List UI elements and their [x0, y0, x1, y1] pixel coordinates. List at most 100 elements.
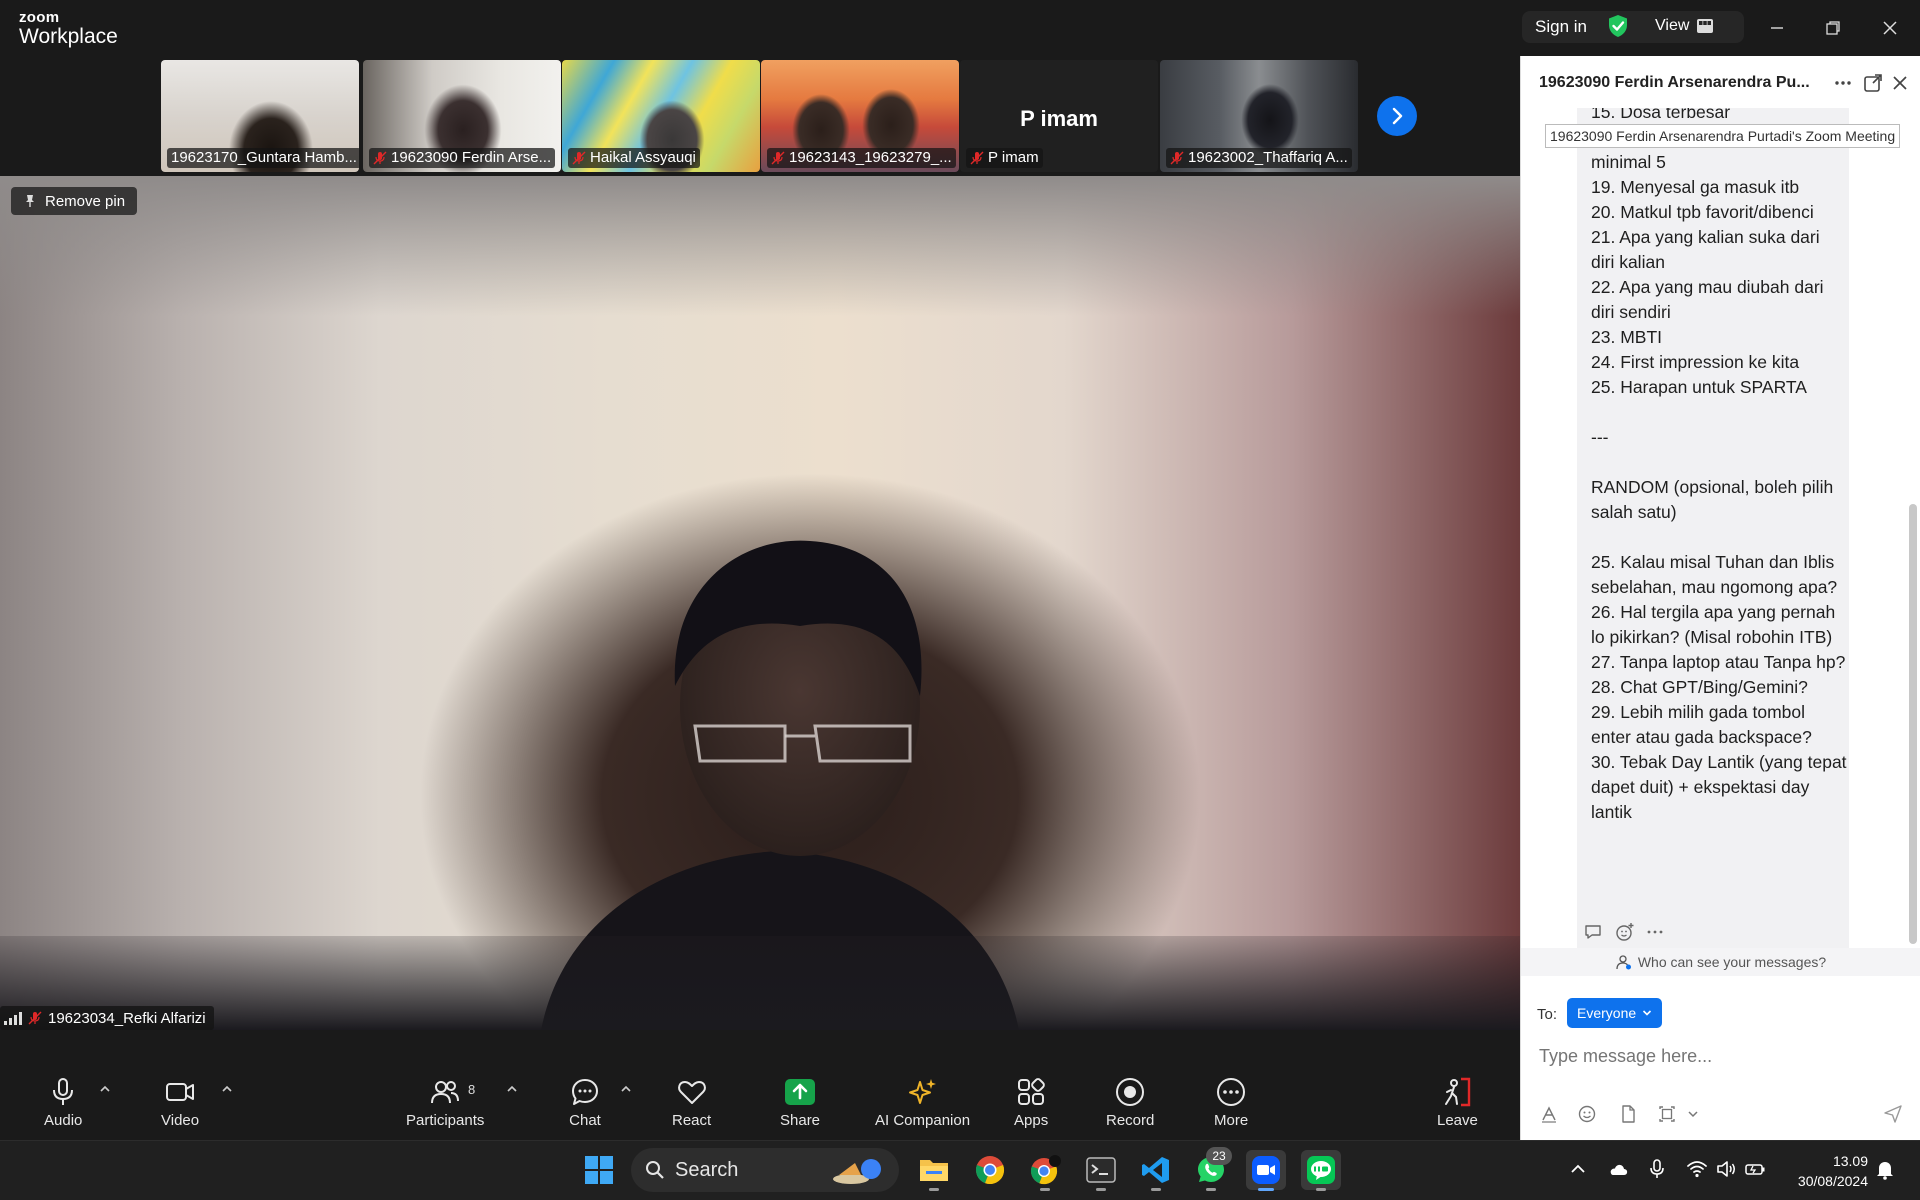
onedrive-cloud-icon[interactable]	[1607, 1158, 1629, 1180]
chat-options-chevron-up-icon[interactable]	[619, 1084, 633, 1094]
muted-mic-icon	[1170, 151, 1184, 165]
zoom-taskbar-icon[interactable]	[1246, 1150, 1286, 1190]
chat-message-line: 25. Harapan untuk SPARTA	[1591, 377, 1807, 397]
notification-bell-icon[interactable]	[1874, 1158, 1896, 1180]
reply-icon[interactable]	[1583, 922, 1603, 942]
volume-icon[interactable]	[1715, 1158, 1737, 1180]
chat-message-line: RANDOM (opsional, boleh pilih salah satu…	[1591, 477, 1839, 522]
share-screen-icon	[785, 1079, 816, 1105]
recipient-dropdown[interactable]: Everyone	[1567, 998, 1663, 1028]
system-clock[interactable]: 13.09 30/08/2024	[1780, 1151, 1868, 1191]
vscode-taskbar-icon[interactable]	[1136, 1150, 1176, 1190]
chrome-profile-icon	[1030, 1155, 1061, 1185]
add-reaction-icon[interactable]	[1615, 922, 1635, 942]
microphone-tray-icon[interactable]	[1646, 1158, 1668, 1180]
active-indicator	[1258, 1188, 1274, 1191]
network-signal-icon	[4, 1011, 22, 1025]
record-icon	[1116, 1078, 1145, 1106]
chat-message-line: 24. First impression ke kita	[1591, 352, 1800, 372]
start-button[interactable]	[579, 1150, 619, 1190]
ai-companion-button[interactable]: AI Companion	[875, 1076, 970, 1129]
file-explorer-taskbar-icon[interactable]	[914, 1150, 954, 1190]
participant-tile[interactable]: 19623002_Thaffariq A...	[1160, 60, 1358, 172]
chat-message-line: 26. Hal tergila apa yang pernah lo pikir…	[1591, 602, 1841, 647]
chat-message-line: minimal 5	[1591, 152, 1666, 172]
react-button[interactable]: React	[672, 1076, 711, 1129]
view-button[interactable]: View	[1655, 17, 1689, 35]
audio-button[interactable]: Audio	[44, 1076, 82, 1129]
emoji-icon[interactable]	[1577, 1104, 1597, 1124]
pin-icon	[26, 195, 34, 207]
video-button[interactable]: Video	[161, 1076, 199, 1129]
participant-name-label: 19623143_19623279_...	[767, 148, 956, 168]
participants-options-chevron-up-icon[interactable]	[505, 1084, 519, 1094]
chrome-taskbar-icon[interactable]	[970, 1150, 1010, 1190]
format-text-icon[interactable]	[1539, 1104, 1559, 1124]
more-button[interactable]: More	[1214, 1076, 1248, 1129]
more-label: More	[1214, 1112, 1249, 1129]
sign-in-button[interactable]: Sign in	[1535, 17, 1587, 37]
chat-title: 19623090 Ferdin Arsenarendra Pu...	[1539, 74, 1810, 91]
participant-name: 19623170_Guntara Hamb...	[171, 149, 357, 166]
record-button[interactable]: Record	[1106, 1076, 1154, 1129]
show-hidden-icons-chevron-up-icon[interactable]	[1567, 1158, 1589, 1180]
participant-avatar-name: P imam	[1020, 106, 1098, 131]
security-shield-icon[interactable]	[1607, 14, 1629, 38]
chat-button[interactable]: Chat	[569, 1076, 601, 1129]
participant-name: 19623090 Ferdin Arse...	[391, 149, 552, 166]
leave-button[interactable]: Leave	[1437, 1076, 1478, 1129]
video-options-chevron-up-icon[interactable]	[220, 1084, 234, 1094]
audio-options-chevron-up-icon[interactable]	[98, 1084, 112, 1094]
chat-label: Chat	[569, 1112, 601, 1129]
close-chat-icon[interactable]	[1889, 72, 1911, 94]
message-input[interactable]	[1539, 1036, 1903, 1076]
file-attach-icon[interactable]	[1618, 1104, 1638, 1124]
chat-more-options-icon[interactable]	[1832, 72, 1854, 94]
title-bar: zoom Workplace Sign in View	[0, 0, 1920, 56]
participant-tile[interactable]: P imam P imam	[960, 60, 1158, 172]
send-icon[interactable]	[1883, 1104, 1903, 1124]
terminal-icon	[1086, 1157, 1116, 1183]
clock-date: 30/08/2024	[1797, 1173, 1868, 1189]
to-label: To:	[1537, 1006, 1558, 1023]
screenshot-icon[interactable]	[1657, 1104, 1677, 1124]
chat-message-line	[1591, 450, 1847, 475]
microphone-icon	[53, 1078, 74, 1105]
minimize-button[interactable]	[1762, 13, 1792, 43]
whatsapp-unread-badge: 23	[1206, 1147, 1232, 1165]
message-more-icon[interactable]	[1645, 922, 1665, 942]
chat-message-line: 15. Dosa terbesar	[1591, 108, 1731, 122]
zoom-logo: zoom Workplace	[19, 10, 118, 47]
chrome-profile-taskbar-icon[interactable]	[1025, 1150, 1065, 1190]
participants-count: 8	[468, 1082, 476, 1097]
restore-button[interactable]	[1818, 13, 1848, 43]
battery-icon[interactable]	[1744, 1158, 1766, 1180]
remove-pin-button[interactable]: Remove pin	[11, 187, 138, 215]
next-page-button[interactable]	[1377, 96, 1417, 136]
screenshot-options-chevron-down-icon[interactable]	[1683, 1104, 1703, 1124]
chat-message-line	[1591, 525, 1847, 550]
terminal-taskbar-icon[interactable]	[1081, 1150, 1121, 1190]
taskbar-search[interactable]: Search	[631, 1148, 899, 1192]
close-icon	[1883, 21, 1897, 35]
chat-scrollbar[interactable]	[1909, 504, 1917, 944]
muted-mic-icon	[572, 151, 586, 165]
zoom-window: zoom Workplace Sign in View 19623170_Gun…	[0, 0, 1920, 1200]
who-can-see-link[interactable]: Who can see your messages?	[1521, 948, 1920, 976]
pop-out-icon[interactable]	[1862, 72, 1884, 94]
chevron-down-icon	[1643, 1010, 1652, 1016]
close-window-button[interactable]	[1875, 13, 1905, 43]
participant-tile[interactable]: 19623143_19623279_...	[761, 60, 959, 172]
line-taskbar-icon[interactable]	[1301, 1150, 1341, 1190]
logo-workplace-text: Workplace	[19, 25, 118, 48]
share-label: Share	[780, 1112, 821, 1129]
participant-tile[interactable]: Haikal Assyauqi	[562, 60, 760, 172]
share-button[interactable]: Share	[780, 1076, 820, 1129]
wifi-icon[interactable]	[1686, 1158, 1708, 1180]
clock-time: 13.09	[1832, 1153, 1868, 1169]
participant-tile[interactable]: 19623170_Guntara Hamb...	[161, 60, 359, 172]
chat-message-line: 29. Lebih milih gada tombol enter atau g…	[1591, 702, 1812, 747]
apps-button[interactable]: Apps	[1014, 1076, 1048, 1129]
gallery-view-icon[interactable]	[1697, 19, 1713, 33]
participant-tile[interactable]: 19623090 Ferdin Arse...	[363, 60, 561, 172]
